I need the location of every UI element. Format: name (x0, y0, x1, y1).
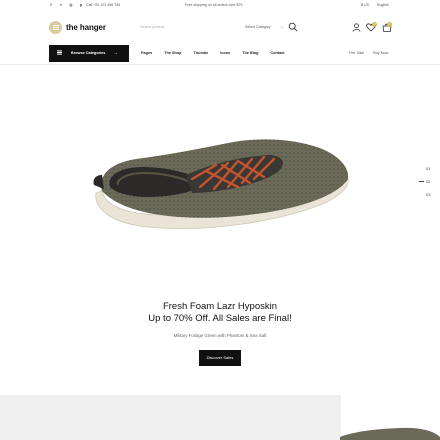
search-bar: Search product Select Category ⌄ (138, 21, 306, 34)
user-icon[interactable] (352, 23, 361, 32)
nav-item-the-shop[interactable]: The Shop (164, 51, 181, 55)
discover-sales-button[interactable]: Discover Sales (199, 350, 241, 366)
hero-title: Fresh Foam Lazr Hyposkin Up to 70% Off. … (0, 301, 440, 325)
search-input[interactable]: Search product (140, 25, 164, 29)
nav-item-fire-sale[interactable]: Fire Sale (349, 51, 364, 55)
promo-banner-background (0, 395, 341, 440)
nav-item-icons[interactable]: Icons (220, 51, 230, 55)
secondary-nav: Fire Sale Buy Now (349, 51, 388, 55)
cart-count: 0 (387, 22, 392, 27)
instagram-icon[interactable]: ◎ (69, 3, 73, 7)
logo-text[interactable]: the hanger (66, 23, 106, 32)
pinterest-icon[interactable]: p (79, 3, 83, 7)
nav-item-buy-now[interactable]: Buy Now (373, 51, 388, 55)
hero-title-line-1: Fresh Foam Lazr Hyposkin (162, 301, 278, 312)
main-nav: Pages The Shop Thumbs Icons The Blog Con… (141, 51, 297, 55)
hero-subtitle: Military Foliage Green with Phantom & Se… (173, 333, 267, 338)
wishlist-count: 0 (372, 22, 377, 27)
hero-shoe-image (93, 139, 349, 229)
twitter-icon[interactable]: t (59, 3, 63, 7)
category-select[interactable]: Select Category (245, 25, 271, 29)
logo-icon[interactable] (49, 21, 62, 34)
top-bar: f t ◎ p Call +20 123 456 789 Free shippi… (0, 0, 440, 12)
phone-text: Call +20 123 456 789 (86, 3, 121, 7)
slide-dot-1[interactable]: 01 (426, 166, 430, 179)
language-select[interactable]: English (377, 3, 389, 7)
chevron-down-icon[interactable]: ⌄ (280, 24, 283, 29)
slide-dot-3[interactable]: 03 (426, 192, 430, 205)
arrow-right-icon: → (113, 50, 118, 56)
promo-shoe-image (340, 427, 440, 440)
search-icon[interactable] (288, 22, 298, 32)
slider-pagination: 01 02 03 (418, 166, 430, 205)
browse-categories-label: Browse Categories (71, 51, 106, 55)
currency-select[interactable]: $ US (361, 3, 369, 7)
nav-item-the-blog[interactable]: The Blog (242, 51, 258, 55)
nav-item-pages[interactable]: Pages (141, 51, 152, 55)
page: f t ◎ p Call +20 123 456 789 Free shippi… (0, 0, 440, 440)
nav-item-thumbs[interactable]: Thumbs (193, 51, 208, 55)
slide-dot-2[interactable]: 02 (418, 179, 430, 192)
facebook-icon[interactable]: f (49, 3, 53, 7)
social-links: f t ◎ p (49, 3, 83, 7)
browse-categories-button[interactable]: Browse Categories → (49, 45, 129, 62)
menu-icon (57, 52, 62, 53)
shipping-notice: Free shipping on all orders over $75 (185, 3, 243, 7)
hero-title-line-2: Up to 70% Off. All Sales are Final! (148, 313, 292, 324)
nav-item-contact[interactable]: Contact (270, 51, 284, 55)
